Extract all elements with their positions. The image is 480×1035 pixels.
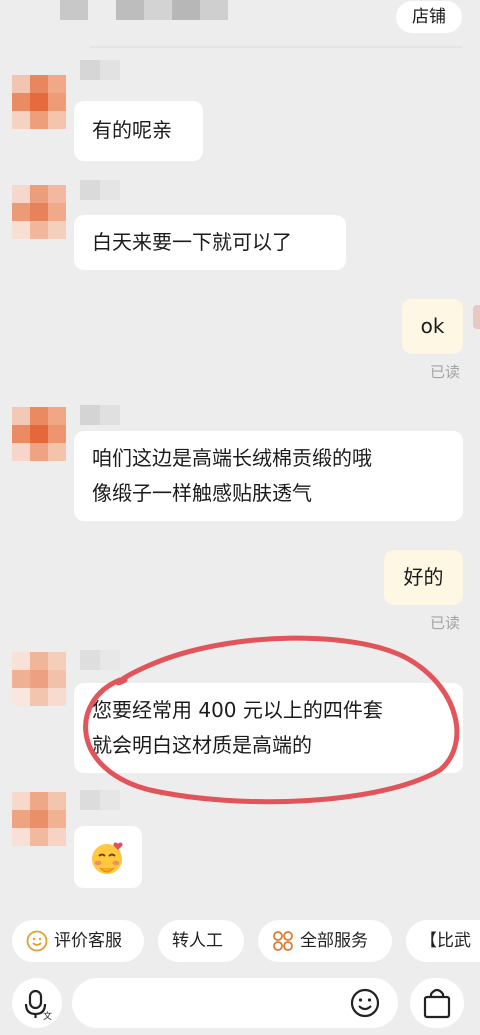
- agent-avatar: [12, 652, 66, 706]
- message-text-line: 您要经常用 400 元以上的四件套: [92, 698, 383, 722]
- message-bubble-1: 有的呢亲: [74, 101, 203, 161]
- message-bubble-2: 白天来要一下就可以了: [74, 215, 346, 270]
- message-text-line: 咱们这边是高端长绒棉贡缎的哦: [92, 446, 372, 470]
- agent-name-mosaic: [80, 790, 120, 810]
- message-text-line: 像缎子一样触感贴肤透气: [92, 481, 312, 505]
- read-status: 已读: [430, 363, 461, 381]
- agent-name-mosaic: [80, 650, 120, 670]
- smile-icon: [26, 930, 48, 952]
- message-text: ok: [420, 314, 445, 338]
- emoji-icon[interactable]: [350, 988, 380, 1018]
- message-input[interactable]: [72, 978, 398, 1028]
- shopping-bag-icon: [423, 988, 451, 1019]
- header-divider: [90, 46, 462, 48]
- shop-button[interactable]: 店铺: [396, 1, 462, 33]
- grid-icon: [273, 931, 293, 951]
- agent-avatar: [12, 185, 66, 239]
- shopping-bag-button[interactable]: [410, 978, 464, 1028]
- quick-reply-partial[interactable]: 【比武: [406, 920, 480, 962]
- message-bubble-5: 好的: [384, 550, 463, 605]
- agent-avatar: [12, 75, 66, 129]
- chat-header: 店铺: [0, 0, 480, 48]
- quick-reply-label: 全部服务: [300, 931, 368, 951]
- message-text: 好的: [403, 565, 444, 589]
- message-bubble-6: 您要经常用 400 元以上的四件套 就会明白这材质是高端的: [74, 683, 463, 773]
- voice-icon: 文: [24, 989, 52, 1022]
- voice-input-button[interactable]: 文: [12, 978, 62, 1028]
- agent-avatar: [12, 407, 66, 461]
- blushing-smile-emoji-icon: [92, 842, 123, 874]
- message-bubble-3: ok: [402, 299, 463, 354]
- agent-name-mosaic: [80, 180, 120, 200]
- quick-reply-label: 评价客服: [54, 931, 122, 951]
- message-text: 有的呢亲: [92, 118, 172, 142]
- message-text-line: 就会明白这材质是高端的: [92, 733, 312, 757]
- agent-avatar: [12, 792, 66, 846]
- message-bubble-4: 咱们这边是高端长绒棉贡缎的哦 像缎子一样触感贴肤透气: [74, 431, 463, 521]
- agent-name-mosaic: [80, 60, 120, 80]
- quick-reply-label: 转人工: [172, 931, 223, 951]
- quick-reply-rate-service[interactable]: 评价客服: [12, 920, 144, 962]
- agent-name-mosaic: [80, 405, 120, 425]
- read-status: 已读: [430, 614, 461, 632]
- message-bubble-7: [74, 826, 142, 888]
- quick-reply-label: 【比武: [420, 931, 471, 951]
- quick-reply-all-services[interactable]: 全部服务: [258, 920, 392, 962]
- message-text: 白天来要一下就可以了: [92, 230, 292, 254]
- svg-text:文: 文: [43, 1010, 52, 1022]
- shop-name-mosaic: [60, 0, 228, 20]
- user-avatar-partial: [473, 305, 480, 329]
- quick-reply-transfer-human[interactable]: 转人工: [158, 920, 244, 962]
